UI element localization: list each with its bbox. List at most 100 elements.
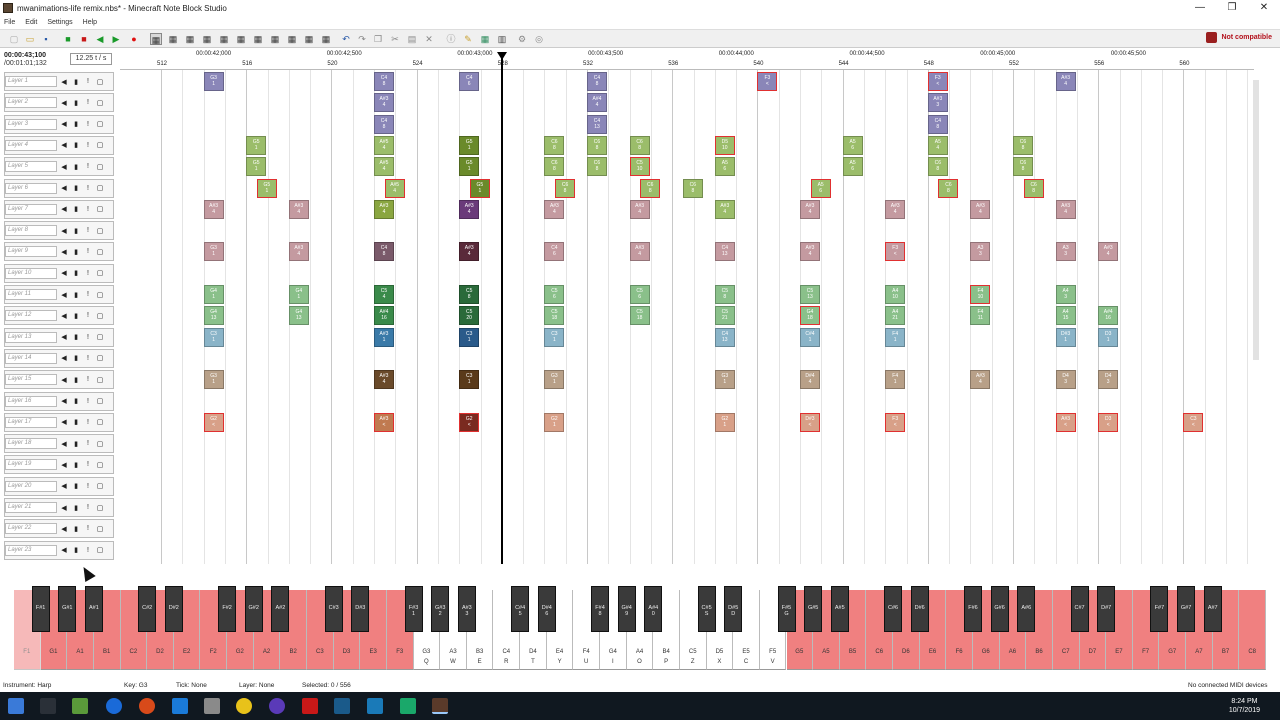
- tempo-field[interactable]: 12.25 t / s: [70, 53, 112, 65]
- select-layer-icon[interactable]: ▢: [95, 269, 105, 277]
- layer-row[interactable]: Layer 20 ◀ ▮! ▢: [4, 476, 114, 496]
- volume-icon[interactable]: ◀: [59, 205, 69, 213]
- instrument-xylophone-icon[interactable]: ▦: [303, 33, 315, 45]
- vertical-scrollbar[interactable]: [1252, 72, 1260, 562]
- volume-icon[interactable]: ◀: [59, 333, 69, 341]
- note-block[interactable]: D4 3: [1055, 370, 1076, 390]
- cut-icon[interactable]: ✂: [389, 33, 401, 45]
- note-block[interactable]: F3 <: [757, 72, 778, 91]
- piano-black-key[interactable]: F#3 1: [404, 586, 423, 632]
- chrome-icon[interactable]: [236, 698, 252, 714]
- select-layer-icon[interactable]: ▢: [95, 482, 105, 490]
- volume-icon[interactable]: ◀: [59, 418, 69, 426]
- layer-row[interactable]: Layer 3 ◀ ▮! ▢: [4, 114, 114, 134]
- play-icon[interactable]: ■: [62, 33, 74, 45]
- select-layer-icon[interactable]: ▢: [95, 504, 105, 512]
- piano-black-key[interactable]: C#2: [138, 586, 157, 632]
- note-block[interactable]: F3 <: [927, 72, 948, 91]
- note-block[interactable]: C6 8: [938, 178, 959, 198]
- solo-icon[interactable]: !: [83, 78, 93, 85]
- note-block[interactable]: C5 20: [459, 306, 480, 326]
- select-layer-icon[interactable]: ▢: [95, 333, 105, 341]
- note-block[interactable]: A#3 4: [970, 199, 991, 219]
- layer-name-field[interactable]: Layer 5: [5, 161, 57, 173]
- layer-name-field[interactable]: Layer 18: [5, 438, 57, 450]
- layer-name-field[interactable]: Layer 21: [5, 502, 57, 513]
- instrument-bass-icon[interactable]: ▦: [167, 33, 179, 45]
- about-icon[interactable]: ◎: [533, 33, 545, 45]
- layer-name-field[interactable]: Layer 19: [5, 459, 57, 471]
- lock-icon[interactable]: ▮: [71, 99, 81, 107]
- select-layer-icon[interactable]: ▢: [95, 291, 105, 299]
- note-block[interactable]: C3 1: [544, 327, 565, 347]
- recorder-icon[interactable]: [302, 698, 318, 714]
- store-icon[interactable]: [172, 698, 188, 714]
- piano-black-key[interactable]: C#7: [1070, 586, 1089, 632]
- note-block[interactable]: A#3 4: [1055, 199, 1076, 219]
- select-layer-icon[interactable]: ▢: [95, 120, 105, 128]
- note-block[interactable]: C4 6: [544, 242, 565, 262]
- note-block[interactable]: A#3 4: [203, 199, 224, 219]
- solo-icon[interactable]: !: [83, 206, 93, 213]
- piano-black-key[interactable]: D#3: [351, 586, 370, 632]
- note-block[interactable]: C5 10: [629, 157, 650, 177]
- volume-icon[interactable]: ◀: [59, 376, 69, 384]
- note-block[interactable]: C4 6: [459, 72, 480, 91]
- volume-icon[interactable]: ◀: [59, 504, 69, 512]
- note-block[interactable]: C6 8: [544, 157, 565, 177]
- layer-name-field[interactable]: Layer 3: [5, 118, 57, 130]
- note-block[interactable]: C6 8: [555, 178, 576, 198]
- note-block[interactable]: A#3 <: [374, 412, 394, 432]
- note-block[interactable]: C5 21: [714, 306, 735, 326]
- solo-icon[interactable]: !: [83, 419, 93, 426]
- layer-row[interactable]: Layer 21 ◀ ▮! ▢: [4, 498, 114, 517]
- note-block[interactable]: A#3 4: [1055, 72, 1076, 91]
- lock-icon[interactable]: ▮: [71, 333, 81, 341]
- lock-icon[interactable]: ▮: [71, 461, 81, 469]
- note-block[interactable]: C6 8: [587, 135, 607, 155]
- edge-icon[interactable]: [106, 698, 122, 714]
- menu-edit[interactable]: Edit: [25, 19, 37, 26]
- select-layer-icon[interactable]: ▢: [95, 397, 105, 405]
- layer-row[interactable]: Layer 2 ◀ ▮! ▢: [4, 93, 114, 113]
- piano-black-key[interactable]: G#6: [990, 586, 1009, 632]
- note-block[interactable]: C5 18: [629, 306, 650, 326]
- note-block[interactable]: C6 8: [682, 178, 703, 198]
- note-block[interactable]: G3 1: [203, 370, 224, 390]
- note-block[interactable]: G2 <: [203, 412, 224, 432]
- layer-name-field[interactable]: Layer 2: [5, 97, 57, 109]
- note-block[interactable]: A#4 4: [587, 93, 607, 113]
- midi-import-icon[interactable]: ▦: [479, 33, 491, 45]
- system-clock[interactable]: 8:24 PM 10/7/2019: [1229, 697, 1260, 715]
- piano-black-key[interactable]: C#5 S: [697, 586, 716, 632]
- note-block[interactable]: A#3 3: [927, 93, 948, 113]
- piano-black-key[interactable]: D#4 6: [537, 586, 556, 632]
- record-icon[interactable]: ●: [128, 33, 140, 45]
- menu-help[interactable]: Help: [83, 19, 97, 26]
- compatibility-indicator[interactable]: Not compatible: [1206, 32, 1272, 43]
- note-block[interactable]: G5 1: [459, 157, 480, 177]
- lock-icon[interactable]: ▮: [71, 120, 81, 128]
- note-block[interactable]: G2 <: [459, 412, 480, 432]
- piano-black-key[interactable]: A#7: [1203, 586, 1222, 632]
- minecraft-icon[interactable]: [72, 698, 88, 714]
- select-layer-icon[interactable]: ▢: [95, 99, 105, 107]
- firefox-icon[interactable]: [139, 698, 155, 714]
- rewind-icon[interactable]: ◀: [94, 33, 106, 45]
- instrument-snare-icon[interactable]: ▦: [201, 33, 213, 45]
- note-block[interactable]: G2 1: [544, 412, 565, 432]
- lock-icon[interactable]: ▮: [71, 141, 81, 149]
- piano-black-key[interactable]: G#7: [1177, 586, 1196, 632]
- layer-name-field[interactable]: Layer 17: [5, 416, 57, 428]
- note-block[interactable]: G3 1: [544, 370, 565, 390]
- note-block[interactable]: G5 1: [459, 135, 480, 155]
- playhead-marker[interactable]: [497, 52, 507, 564]
- note-block[interactable]: C5 8: [714, 285, 735, 304]
- note-block[interactable]: C5 6: [629, 285, 650, 304]
- layer-row[interactable]: Layer 15 ◀ ▮! ▢: [4, 370, 114, 390]
- close-button[interactable]: ✕: [1248, 0, 1280, 16]
- note-block[interactable]: C5 8: [459, 285, 480, 304]
- note-block[interactable]: C3 1: [459, 327, 480, 347]
- note-block[interactable]: A5 6: [842, 157, 863, 177]
- instrument-chime-icon[interactable]: ▦: [286, 33, 298, 45]
